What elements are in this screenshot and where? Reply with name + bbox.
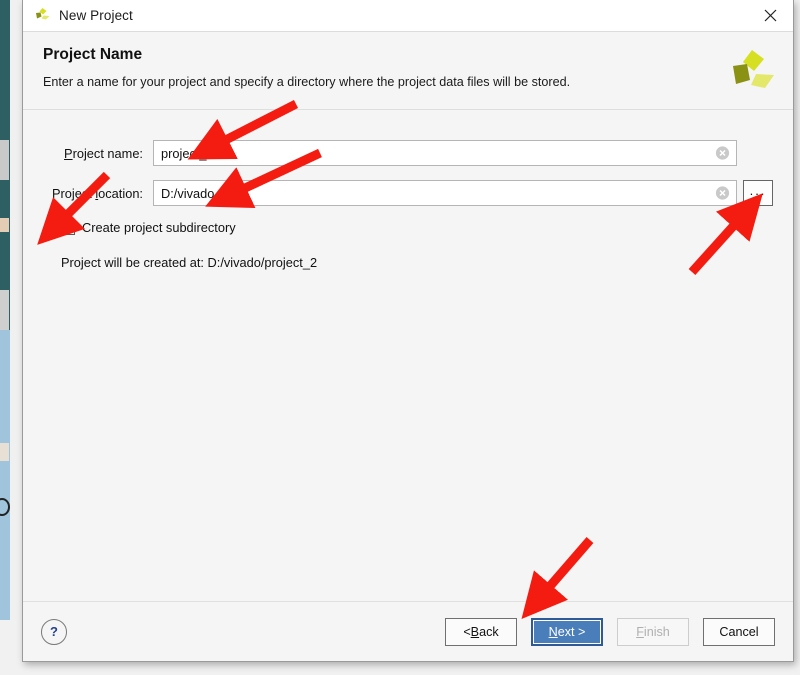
dialog-footer: ? < Back Next > Finish Cancel [23, 601, 793, 661]
clear-circle-icon[interactable] [715, 146, 730, 161]
project-location-label: Project location: [51, 185, 143, 201]
close-icon[interactable] [747, 0, 793, 31]
browse-button[interactable]: ... [743, 180, 773, 206]
background-panel-gray-low [0, 290, 9, 330]
project-location-row: Project location: ... [43, 180, 773, 206]
vivado-logo-icon [33, 7, 51, 24]
dialog-body: Project name: Project location: [23, 110, 793, 601]
create-subdirectory-row: Create project subdirectory [61, 220, 773, 235]
project-name-field-wrap [153, 140, 737, 166]
check-mark-icon [63, 222, 75, 233]
project-location-field-wrap [153, 180, 737, 206]
create-subdirectory-label: Create project subdirectory [82, 220, 236, 235]
project-name-label: Project name: [64, 145, 143, 161]
create-subdirectory-checkbox[interactable] [61, 220, 75, 235]
dialog-title: New Project [59, 8, 133, 23]
dialog-titlebar: New Project [23, 0, 793, 32]
background-panel-blue [0, 330, 10, 620]
footer-button-group: < Back Next > Finish Cancel [445, 617, 775, 646]
background-panel-gray-top [0, 140, 9, 180]
next-button[interactable]: Next > [531, 617, 603, 646]
finish-button: Finish [617, 617, 689, 646]
project-created-at-text: Project will be created at: D:/vivado/pr… [61, 255, 318, 270]
clear-circle-icon[interactable] [715, 186, 730, 201]
new-project-dialog: New Project Project Name Enter a name fo… [22, 0, 794, 662]
vivado-brand-logo-icon [725, 46, 777, 98]
background-panel-highlight [0, 218, 9, 232]
background-panel-beige [0, 443, 9, 461]
screen: New Project Project Name Enter a name fo… [0, 0, 800, 675]
dialog-header: Project Name Enter a name for your proje… [23, 32, 793, 110]
page-description: Enter a name for your project and specif… [43, 75, 571, 89]
question-mark-icon[interactable]: ? [41, 618, 67, 645]
back-button[interactable]: < Back [445, 617, 517, 646]
page-title: Project Name [43, 46, 143, 63]
project-name-row: Project name: [43, 140, 773, 166]
project-name-input[interactable] [154, 141, 736, 165]
project-location-input[interactable] [154, 181, 736, 205]
cancel-button[interactable]: Cancel [703, 617, 775, 646]
